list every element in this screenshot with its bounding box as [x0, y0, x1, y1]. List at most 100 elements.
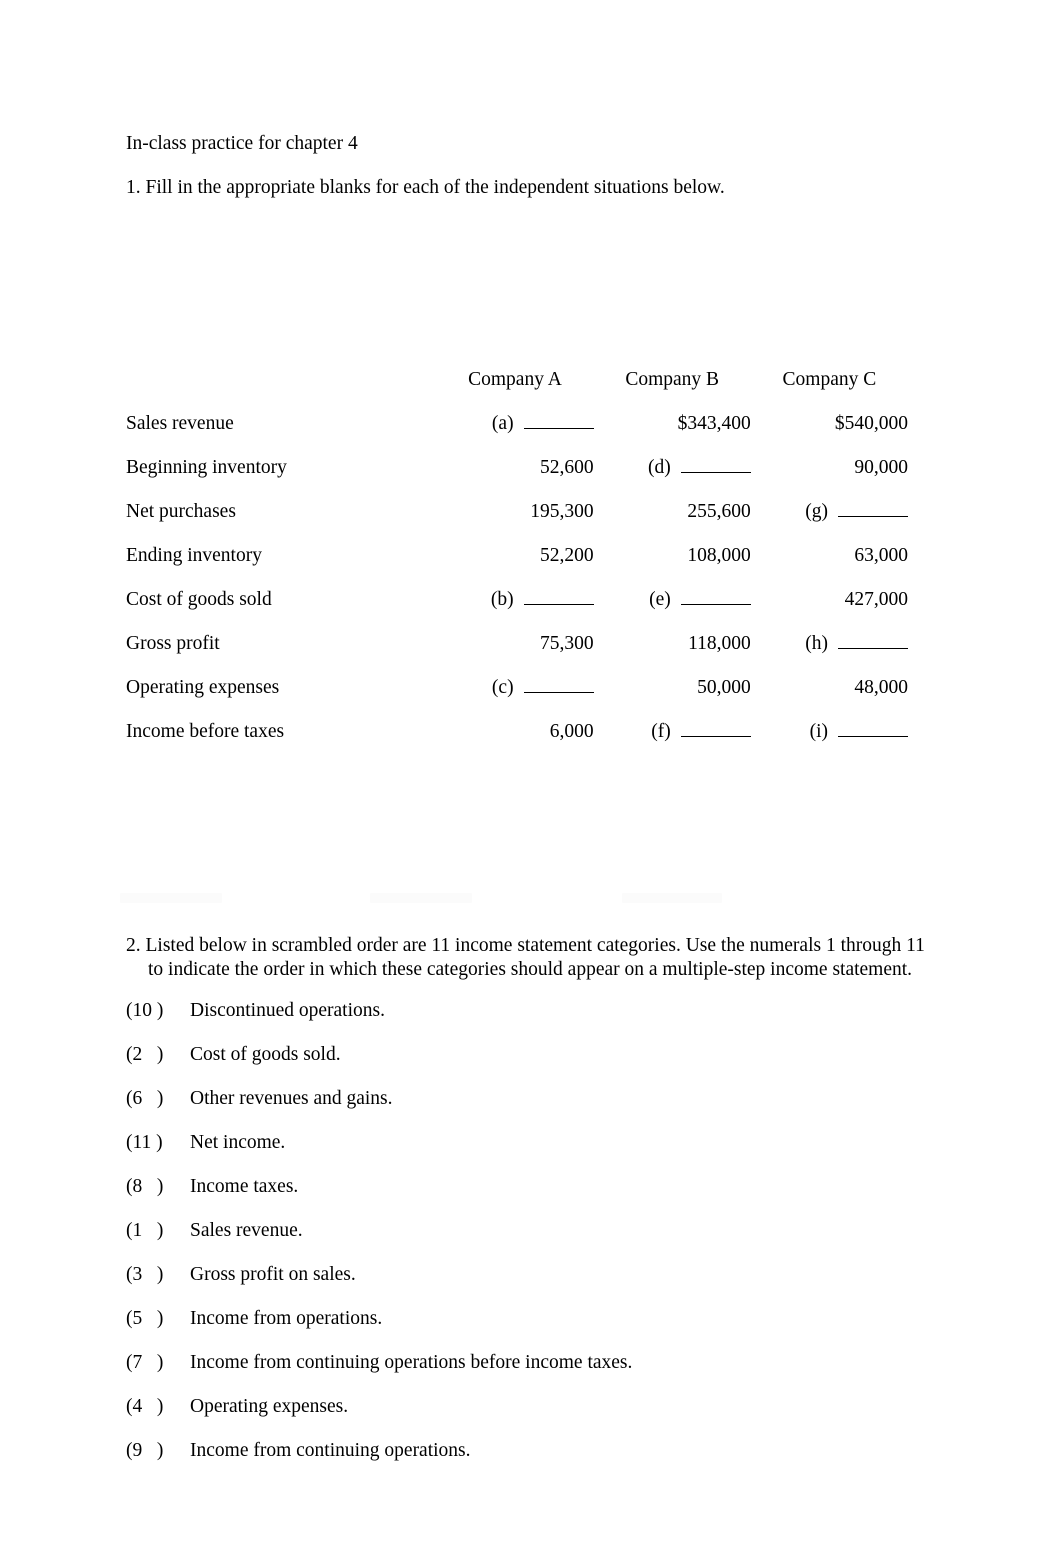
blank-tag-label: (a): [491, 413, 514, 434]
blank-tag-label: (d): [648, 457, 671, 478]
list-item-order-answer[interactable]: (11 ): [126, 1132, 184, 1154]
question-1-prompt: 1. Fill in the appropriate blanks for ea…: [126, 177, 725, 198]
amount-cell: $540,000: [751, 402, 908, 446]
list-item: (7 ) Income from continuing operations be…: [126, 1352, 938, 1396]
row-header-blank: [126, 358, 436, 402]
list-item-category: Income from continuing operations.: [190, 1440, 471, 1461]
row-label: Net purchases: [126, 501, 236, 522]
answer-blank-cell[interactable]: (c): [436, 666, 594, 710]
blank-underline[interactable]: [523, 590, 594, 605]
faint-artifact-mark: [120, 893, 222, 903]
table-row: Beginning inventory 52,600 (d) 90,000: [126, 446, 908, 490]
list-item: (9 ) Income from continuing operations.: [126, 1440, 938, 1484]
blank-underline[interactable]: [680, 590, 751, 605]
answer-blank-cell[interactable]: (i): [751, 710, 908, 754]
answer-blank-cell[interactable]: (h): [751, 622, 908, 666]
list-item-order-answer[interactable]: (5 ): [126, 1308, 184, 1330]
blank-tag-label: (e): [649, 589, 671, 610]
amount-cell: 50,000: [594, 666, 751, 710]
question-2-text-line-2: indicate the order in which these catego…: [168, 959, 913, 980]
row-label: Sales revenue: [126, 413, 234, 434]
question-2-list: (10 ) Discontinued operations. (2 ) Cost of…: [126, 1000, 938, 1484]
table-row: Ending inventory 52,200 108,000 63,000: [126, 534, 908, 578]
answer-blank-cell[interactable]: (g): [751, 490, 908, 534]
amount-value: 63,000: [854, 545, 908, 566]
question-2-block: 2. Listed below in scrambled order are 1…: [126, 934, 938, 982]
answer-blank-cell[interactable]: (a): [436, 402, 594, 446]
blank-underline[interactable]: [523, 414, 594, 429]
list-item-order-answer[interactable]: (9 ): [126, 1440, 184, 1462]
blank-underline[interactable]: [680, 722, 751, 737]
answer-blank[interactable]: (h): [751, 633, 908, 655]
amount-cell: 118,000: [594, 622, 751, 666]
list-item-order-answer[interactable]: (8 ): [126, 1176, 184, 1198]
amount-value: 195,300: [530, 501, 594, 522]
question-2-number: 2.: [126, 935, 141, 956]
row-label: Income before taxes: [126, 721, 285, 742]
blank-underline[interactable]: [680, 458, 751, 473]
table-row: Sales revenue (a) $343,400 $540,000: [126, 402, 908, 446]
list-item-order-answer[interactable]: (2 ): [126, 1044, 184, 1066]
amount-value: 50,000: [697, 677, 751, 698]
list-item: (1 ) Sales revenue.: [126, 1220, 938, 1264]
list-item-order-answer[interactable]: (6 ): [126, 1088, 184, 1110]
blank-underline[interactable]: [838, 722, 908, 737]
blank-underline[interactable]: [838, 634, 908, 649]
table-header: Company A Company B Company C: [126, 358, 908, 402]
intro-block: In-class practice for chapter 4 1. Fill …: [126, 122, 946, 210]
list-item-category: Cost of goods sold.: [190, 1044, 341, 1065]
list-item: (2 ) Cost of goods sold.: [126, 1044, 938, 1088]
blank-tag-label: (c): [491, 677, 514, 698]
answer-blank-cell[interactable]: (b): [436, 578, 594, 622]
list-item-order-answer[interactable]: (1 ): [126, 1220, 184, 1242]
answer-blank[interactable]: (b): [436, 589, 594, 611]
company-comparison-table: Company A Company B Company C Sales reve…: [126, 358, 908, 754]
column-header-company-c: Company C: [782, 369, 877, 390]
answer-blank[interactable]: (c): [436, 677, 594, 699]
list-item-category: Discontinued operations.: [190, 1000, 385, 1021]
row-label: Gross profit: [126, 633, 220, 654]
amount-value: 108,000: [687, 545, 751, 566]
answer-blank[interactable]: (d): [594, 457, 751, 479]
amount-value: 6,000: [549, 721, 594, 742]
answer-blank[interactable]: (g): [751, 501, 908, 523]
amount-cell: 427,000: [751, 578, 908, 622]
list-item-order-answer[interactable]: (3 ): [126, 1264, 184, 1286]
list-item: (5 ) Income from operations.: [126, 1308, 938, 1352]
blank-underline[interactable]: [523, 678, 594, 693]
page-title: In-class practice for chapter 4: [126, 133, 358, 154]
list-item-order-answer[interactable]: (10 ): [126, 1000, 184, 1022]
list-item-order-answer[interactable]: (7 ): [126, 1352, 184, 1374]
list-item-category: Sales revenue.: [190, 1220, 303, 1241]
answer-blank-cell[interactable]: (e): [594, 578, 751, 622]
list-item-category: Operating expenses.: [190, 1396, 349, 1417]
amount-cell: 48,000: [751, 666, 908, 710]
blank-underline[interactable]: [838, 502, 908, 517]
amount-cell: $343,400: [594, 402, 751, 446]
list-item: (6 ) Other revenues and gains.: [126, 1088, 938, 1132]
list-item-category: Other revenues and gains.: [190, 1088, 393, 1109]
amount-value: 75,300: [539, 633, 594, 654]
answer-blank-cell[interactable]: (f): [594, 710, 751, 754]
row-label: Cost of goods sold: [126, 589, 272, 610]
list-item: (8 ) Income taxes.: [126, 1176, 938, 1220]
amount-value: 118,000: [688, 633, 751, 654]
amount-value: 427,000: [844, 589, 908, 610]
answer-blank-cell[interactable]: (d): [594, 446, 751, 490]
amount-cell: 52,200: [436, 534, 594, 578]
amount-cell: 63,000: [751, 534, 908, 578]
table-row: Operating expenses (c) 50,000 48,000: [126, 666, 908, 710]
column-header-company-b: Company B: [625, 369, 720, 390]
list-item-category: Gross profit on sales.: [190, 1264, 356, 1285]
table-header-row: Company A Company B Company C: [126, 358, 908, 402]
answer-blank[interactable]: (i): [751, 721, 908, 743]
amount-cell: 90,000: [751, 446, 908, 490]
list-item-order-answer[interactable]: (4 ): [126, 1396, 184, 1418]
amount-value: $343,400: [677, 413, 751, 434]
answer-blank[interactable]: (f): [594, 721, 751, 743]
amount-cell: 195,300: [436, 490, 593, 534]
answer-blank[interactable]: (e): [594, 589, 751, 611]
table-row: Cost of goods sold (b) (e) 427,000: [126, 578, 908, 622]
amount-cell: 255,600: [594, 490, 750, 534]
answer-blank[interactable]: (a): [436, 413, 594, 435]
